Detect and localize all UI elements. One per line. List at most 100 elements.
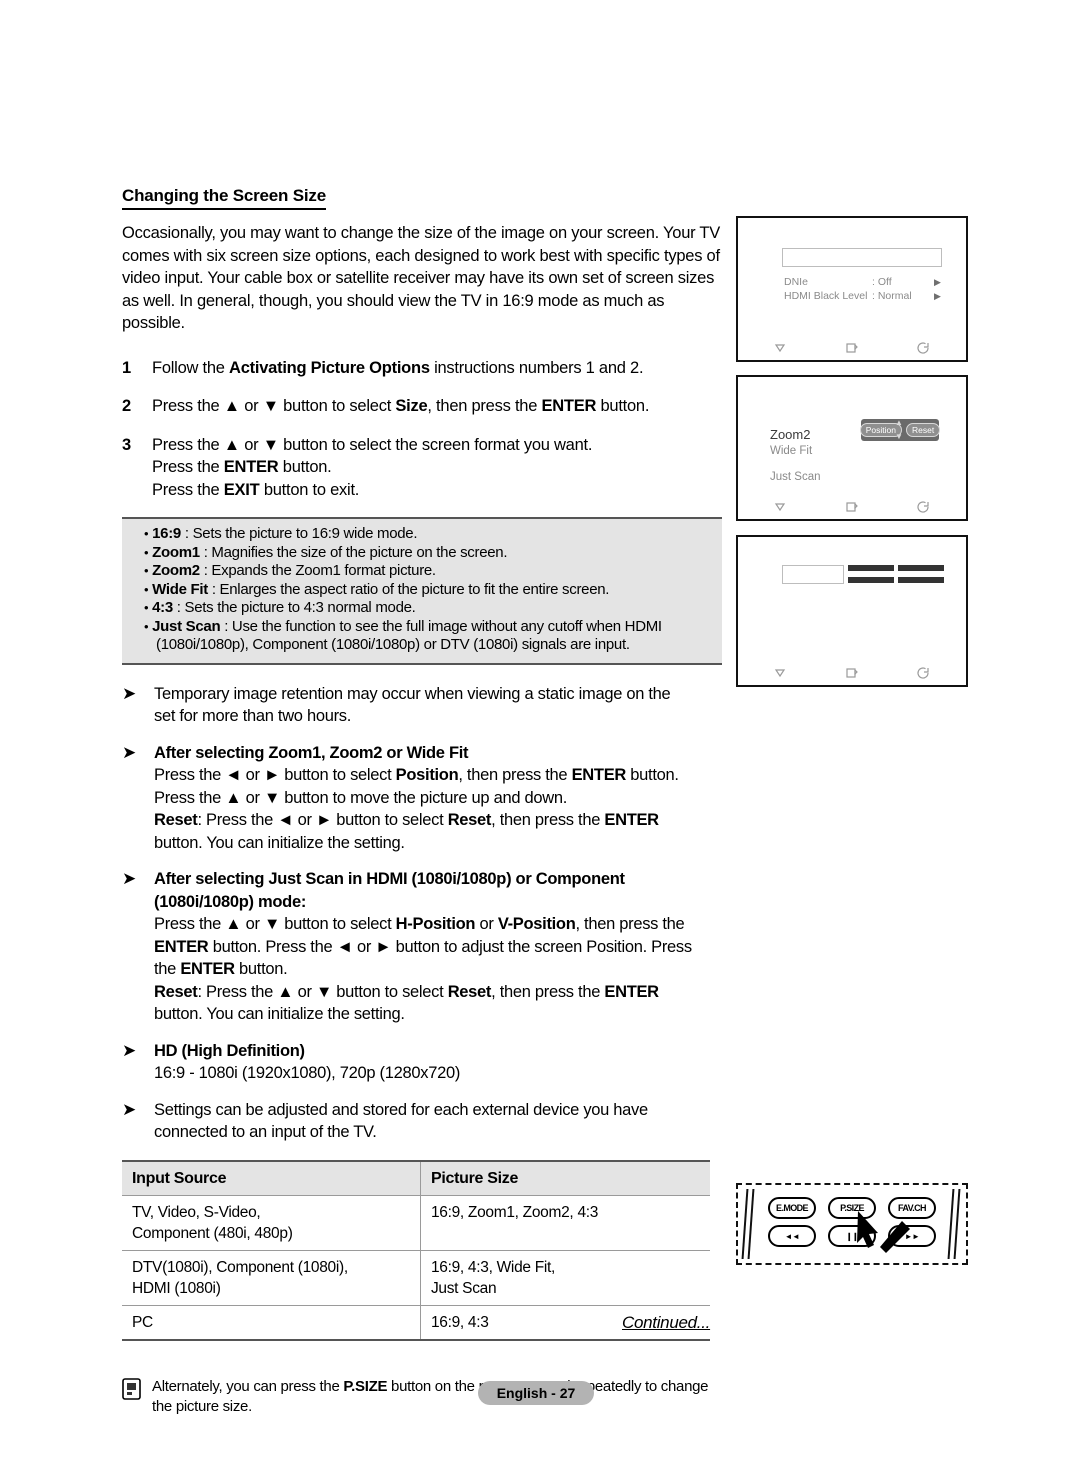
list-item: • Wide Fit : Enlarges the aspect ratio o… [144,580,610,598]
size-item-wide-fit[interactable]: Wide Fit [770,443,821,459]
bar-segment [898,577,944,583]
option-desc: : Magnifies the size of the picture on t… [203,543,508,561]
option-desc: : Expands the Zoom1 format picture. [203,562,436,579]
arrow-note: ➤ Temporary image retention may occur wh… [122,683,722,728]
osd-size-list: Zoom2 Wide Fit Just Scan [770,427,821,485]
up-down-arrows-icon: ▼ [895,432,903,441]
bar-segment [848,577,894,583]
option-name: Wide Fit [152,580,208,598]
osd-selection-bar [782,565,844,584]
size-item-just-scan[interactable]: Just Scan [770,469,821,485]
cell-picture-size: 16:9, Zoom1, Zoom2, 4:3 [420,1195,710,1251]
step-item: 1 Follow the Activating Picture Options … [122,357,722,380]
cell-picture-size: 16:9, 4:3, Wide Fit, Just Scan [420,1250,710,1306]
table-row: DTV(1080i), Component (1080i), HDMI (108… [122,1250,710,1306]
up-down-arrows-icon: ▲ [895,418,903,427]
screen-size-options-box: • 16:9 : Sets the picture to 16:9 wide m… [122,517,722,665]
step-line: Press the ▲ or ▼ button to select the sc… [152,435,593,454]
osd-footer-icons [738,666,966,680]
note-line: Press the ◄ or ► button to select Positi… [154,766,679,784]
content-column: Changing the Screen Size Occasionally, y… [122,186,722,1417]
list-item: • Zoom2 : Expands the Zoom1 format pictu… [144,562,436,579]
osd-label: HDMI Black Level [784,290,868,302]
option-desc: : Sets the picture to 16:9 wide mode. [184,525,418,542]
remote-left-edge [741,1189,755,1259]
remote-tip-note: Alternately, you can press the P.SIZE bu… [122,1377,722,1417]
remote-right-edge [947,1189,961,1259]
return-icon [916,341,932,355]
position-reset-widget: ▲ ▼ Position Reset [859,418,941,441]
cell-line: PC [132,1313,153,1331]
table-row: TV, Video, S-Video, Component (480i, 480… [122,1195,710,1251]
option-desc: : Use the function to see the full image… [224,617,662,635]
step-text: Follow the Activating Picture Options in… [152,357,722,380]
cell-line: Just Scan [430,1279,497,1297]
chevron-right-icon: ▶ [934,277,941,287]
option-name: Just Scan [152,617,221,635]
reset-button[interactable]: Reset [906,423,941,437]
note-line: connected to an input of the TV. [154,1123,377,1141]
option-desc: : Enlarges the aspect ratio of the pictu… [211,580,610,598]
arrow-bullet-icon: ➤ [122,1099,136,1119]
move-icon [772,341,788,355]
osd-value: : Normal [872,290,912,302]
note-icon [122,1377,152,1417]
bar-segment [848,565,894,571]
page-number-badge: English - 27 [478,1381,594,1405]
bar-row [848,565,944,571]
step-text: Press the ▲ or ▼ button to select the sc… [152,434,722,502]
osd-label: DNIe [784,276,808,288]
return-icon [916,500,932,514]
note-line: Reset: Press the ◄ or ► button to select… [154,811,659,829]
table-head: Input Source Picture Size [122,1159,710,1196]
remote-button-e-mode[interactable]: E.MODE [768,1197,816,1219]
osd-footer-icons [738,500,966,514]
arrow-notes: ➤ Temporary image retention may occur wh… [122,683,722,1144]
osd-panel-position-bars [736,535,968,687]
bar-segment [898,565,944,571]
osd-selection-bar [782,248,942,267]
enter-icon [844,666,860,680]
option-desc-cont: (1080i/1080p), Component (1080i/1080p) o… [156,636,630,653]
step-text: Press the ▲ or ▼ button to select Size, … [152,395,722,418]
note-line: Press the ▲ or ▼ button to move the pict… [154,788,568,807]
osd-value: : Off [872,276,892,288]
step-item: 2 Press the ▲ or ▼ button to select Size… [122,395,722,418]
cell-input-source: DTV(1080i), Component (1080i), HDMI (108… [122,1250,421,1306]
screen-size-options-list: • 16:9 : Sets the picture to 16:9 wide m… [122,525,722,655]
step-line: Press the EXIT button to exit. [152,480,360,499]
continued-label: Continued... [622,1313,711,1332]
arrow-note-body: Settings can be adjusted and stored for … [154,1099,722,1144]
return-icon [916,666,932,680]
option-name: Zoom1 [152,543,200,561]
osd-panel-picture-options: DNIe : Off ▶ HDMI Black Level : Normal ▶ [736,216,968,362]
cell-line: Component (480i, 480p) [132,1224,293,1242]
table-header-row: Input Source Picture Size [122,1159,710,1196]
enter-icon [844,341,860,355]
cell-line: 16:9, Zoom1, Zoom2, 4:3 [430,1203,599,1221]
arrow-note-body: After selecting Just Scan in HDMI (1080i… [154,868,722,1026]
note-line: Temporary image retention may occur when… [154,684,671,703]
step-number: 1 [122,358,131,377]
remote-control-illustration: E.MODE P.SIZE FAV.CH ◄◄ ❙❙ ►► [736,1183,968,1265]
option-name: Zoom2 [152,562,200,579]
arrow-note-body: After selecting Zoom1, Zoom2 or Wide Fit… [154,742,722,855]
note-text: Alternately, you can press the P.SIZE bu… [152,1377,722,1417]
osd-value-bars [848,565,944,589]
note-line: button. You can initialize the setting. [154,833,405,852]
move-icon [772,666,788,680]
step-item: 3 Press the ▲ or ▼ button to select the … [122,434,722,502]
note-line: 16:9 - 1080i (1920x1080), 720p (1280x720… [154,1064,461,1082]
size-item-zoom2[interactable]: Zoom2 [770,427,821,443]
cell-line: TV, Video, S-Video, [132,1203,261,1221]
osd-settings-rows: DNIe : Off ▶ HDMI Black Level : Normal ▶ [784,275,941,303]
list-item: • 4:3 : Sets the picture to 4:3 normal m… [144,599,416,616]
osd-panel-size-list: Zoom2 Wide Fit Just Scan ▲ ▼ Position Re… [736,375,968,521]
list-item: • Zoom1 : Magnifies the size of the pict… [144,543,508,561]
note-line: Press the ▲ or ▼ button to select H-Posi… [154,915,685,933]
note-heading: HD (High Definition) [154,1041,305,1060]
osd-row-dnie: DNIe : Off ▶ [784,275,941,289]
note-line: the picture size. [152,1397,252,1415]
step-number: 3 [122,435,131,454]
remote-button-rewind[interactable]: ◄◄ [768,1225,816,1247]
